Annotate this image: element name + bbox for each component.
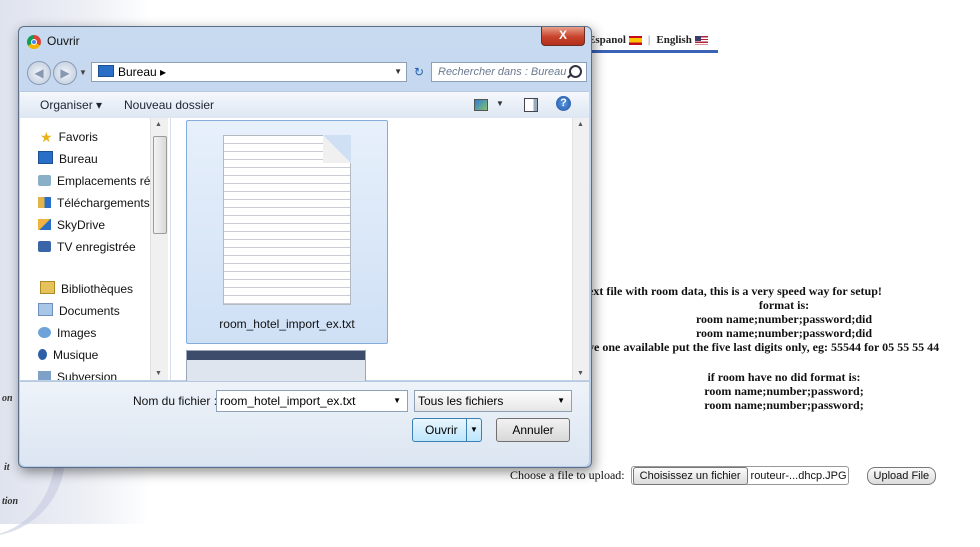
search-icon[interactable] <box>569 65 582 78</box>
dialog-titlebar[interactable]: Ouvrir X <box>19 27 591 55</box>
cancel-button[interactable]: Annuler <box>496 418 570 442</box>
open-button[interactable]: Ouvrir ▼ <box>412 418 482 442</box>
file-item-selected[interactable]: room_hotel_import_ex.txt <box>186 120 388 344</box>
image-thumbnail[interactable] <box>186 350 366 382</box>
file-type-select[interactable]: Tous les fichiers ▼ <box>414 390 572 412</box>
navigation-pane: ★ Favoris Bureau Emplacements ré Téléchar… <box>20 118 171 380</box>
documents-icon <box>38 303 53 316</box>
chevron-down-icon[interactable]: ▼ <box>394 63 402 81</box>
language-bar: Espanol | English <box>588 34 708 46</box>
format-instructions: ext file with room data, this is a very … <box>588 284 980 412</box>
choose-file-button[interactable]: Choisissez un fichier <box>632 467 748 485</box>
files-scrollbar[interactable]: ▲ ▼ <box>572 118 589 380</box>
info-line: format is: <box>758 298 810 312</box>
downloads-icon <box>38 197 51 208</box>
address-row: ◀ ▶ ▼ Bureau ▸ ▼ ↻ Rechercher dans : Bur… <box>25 59 587 87</box>
language-link-english[interactable]: English <box>656 34 708 46</box>
dialog-title: Ouvrir <box>47 34 80 48</box>
libraries-icon <box>40 281 55 294</box>
address-path[interactable]: Bureau ▸ <box>118 65 166 79</box>
scrollbar-thumb[interactable] <box>153 136 167 234</box>
file-input[interactable]: Choisissez un fichier routeur-...dhcp.JP… <box>630 466 849 485</box>
text-file-icon <box>223 135 351 305</box>
music-icon <box>38 349 47 360</box>
info-line: room name;number;password;did <box>695 326 873 340</box>
chrome-icon <box>27 35 41 49</box>
images-icon <box>38 327 51 338</box>
dialog-toolbar: Organiser ▾ Nouveau dossier ▼ ? <box>20 91 589 119</box>
nav-item-subversion[interactable]: Subversion <box>38 368 117 380</box>
chosen-file-name: routeur-...dhcp.JPG <box>750 470 847 482</box>
left-fragment: it <box>4 462 10 473</box>
dialog-body: ★ Favoris Bureau Emplacements ré Téléchar… <box>20 118 589 382</box>
organize-button[interactable]: Organiser ▾ <box>40 98 102 112</box>
info-line: if room have no did format is: <box>707 370 861 384</box>
nav-item-documents[interactable]: Documents <box>38 302 120 320</box>
upload-file-button[interactable]: Upload File <box>866 466 937 485</box>
left-fragment: tion <box>2 496 19 507</box>
info-line: ext file with room data, this is a very … <box>588 284 882 298</box>
scroll-down-icon[interactable]: ▼ <box>155 370 162 377</box>
file-name-field[interactable]: room_hotel_import_ex.txt ▼ <box>216 390 408 412</box>
nav-item-favoris[interactable]: ★ Favoris <box>40 128 98 146</box>
preview-pane-icon[interactable] <box>524 98 538 112</box>
file-name-value: room_hotel_import_ex.txt <box>220 394 356 408</box>
file-list: room_hotel_import_ex.txt <box>172 118 570 382</box>
new-folder-button[interactable]: Nouveau dossier <box>124 98 214 112</box>
language-link-espanol[interactable]: Espanol <box>588 34 642 46</box>
folder-icon <box>98 65 114 77</box>
nav-item-emplacements[interactable]: Emplacements ré <box>38 172 150 190</box>
es-flag-icon <box>628 35 642 45</box>
scroll-up-icon[interactable]: ▲ <box>155 121 162 128</box>
info-line: room name;number;password; <box>704 384 864 398</box>
desktop-icon <box>38 151 53 164</box>
forward-arrow-icon[interactable]: ▶ <box>53 61 77 85</box>
view-options-icon[interactable] <box>474 99 488 111</box>
recent-pages-dropdown-icon[interactable]: ▼ <box>79 68 87 77</box>
info-line: room name;number;password;did <box>695 312 873 326</box>
help-icon[interactable]: ? <box>556 96 571 111</box>
subversion-icon <box>38 371 51 380</box>
open-file-dialog: Ouvrir X ◀ ▶ ▼ Bureau ▸ ▼ ↻ Rechercher d… <box>18 26 592 468</box>
upload-label: Choose a file to upload: <box>510 468 625 482</box>
nav-item-skydrive[interactable]: SkyDrive <box>38 216 105 234</box>
nav-item-musique[interactable]: Musique <box>38 346 98 364</box>
left-fragment: on <box>2 393 13 404</box>
dialog-footer: Nom du fichier : room_hotel_import_ex.tx… <box>20 381 589 466</box>
us-flag-icon <box>694 35 708 45</box>
tv-icon <box>38 241 51 252</box>
address-bar[interactable]: Bureau ▸ ▼ <box>91 62 407 82</box>
nav-item-bibliotheques[interactable]: Bibliothèques <box>40 280 133 298</box>
nav-item-bureau[interactable]: Bureau <box>38 150 98 168</box>
language-separator: | <box>647 34 651 46</box>
info-line: ve one available put the five last digit… <box>588 340 940 354</box>
view-dropdown-icon[interactable]: ▼ <box>496 99 504 108</box>
file-name-label: room_hotel_import_ex.txt <box>219 317 355 331</box>
refresh-icon[interactable]: ↻ <box>409 62 429 82</box>
scroll-up-icon[interactable]: ▲ <box>577 121 584 128</box>
file-type-value: Tous les fichiers <box>418 394 504 408</box>
recent-places-icon <box>38 175 51 186</box>
close-button[interactable]: X <box>541 27 585 46</box>
search-placeholder: Rechercher dans : Bureau <box>438 66 567 78</box>
nav-item-tv[interactable]: TV enregistrée <box>38 238 136 256</box>
language-underline <box>588 50 718 53</box>
upload-row: Choose a file to upload: Choisissez un f… <box>510 466 937 485</box>
star-icon: ★ <box>40 129 53 145</box>
open-options-dropdown-icon[interactable]: ▼ <box>466 419 481 441</box>
back-arrow-icon[interactable]: ◀ <box>27 61 51 85</box>
open-button-label: Ouvrir <box>425 423 458 437</box>
skydrive-icon <box>38 219 51 230</box>
file-name-field-label: Nom du fichier : <box>133 394 218 408</box>
info-line: room name;number;password; <box>704 398 864 412</box>
chevron-down-icon[interactable]: ▼ <box>557 391 565 411</box>
nav-item-images[interactable]: Images <box>38 324 96 342</box>
nav-item-telechargements[interactable]: Téléchargements <box>38 194 150 212</box>
nav-scrollbar[interactable]: ▲ ▼ <box>150 118 168 380</box>
chevron-down-icon[interactable]: ▼ <box>393 391 401 411</box>
scroll-down-icon[interactable]: ▼ <box>577 370 584 377</box>
search-input[interactable]: Rechercher dans : Bureau <box>431 62 587 82</box>
